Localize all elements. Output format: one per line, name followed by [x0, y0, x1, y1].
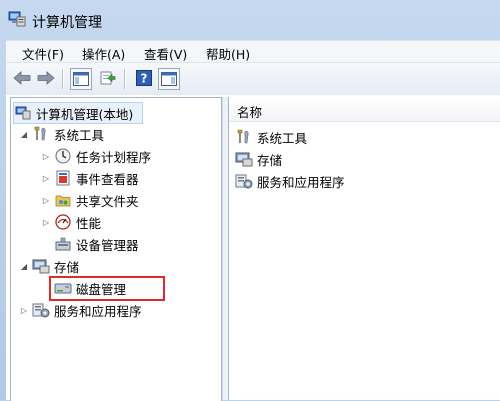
tree-node-label: 任务计划程序	[76, 149, 152, 165]
tree-node-root[interactable]: 计算机管理(本地)	[13, 102, 143, 124]
list-item-label: 系统工具	[257, 130, 308, 146]
system-tools-icon	[235, 128, 253, 146]
results-list: 名称 系统工具 存储 服务和应用程序	[228, 97, 500, 400]
tree-node-label: 存储	[54, 259, 80, 275]
list-item-services-applications[interactable]: 服务和应用程序	[235, 171, 345, 191]
console-tree: 计算机管理(本地) ◢ 系统工具 ▷ 任务计划程序 ▷ 事件查看器 ▷ 共享文件…	[10, 97, 222, 401]
device-manager-icon	[54, 235, 72, 253]
export-list-button[interactable]	[98, 68, 118, 88]
console-tree-icon	[73, 72, 89, 86]
collapsed-arrow-icon[interactable]: ▷	[41, 173, 51, 183]
window-title: 计算机管理	[32, 15, 102, 31]
svg-text:?: ?	[141, 72, 148, 86]
tree-node-label: 性能	[76, 215, 102, 231]
computer-management-icon	[14, 104, 32, 122]
tree-node-performance[interactable]: ▷ 性能	[41, 212, 101, 232]
menu-file[interactable]: 文件(F)	[18, 44, 68, 63]
tree-node-event-viewer[interactable]: ▷ 事件查看器	[41, 168, 139, 188]
list-item-label: 服务和应用程序	[257, 174, 345, 190]
toolbar: ?	[6, 62, 500, 96]
highlight-annotation	[49, 276, 165, 301]
services-applications-icon	[235, 172, 253, 190]
storage-icon	[235, 150, 253, 168]
storage-icon	[32, 257, 50, 275]
show-hide-action-pane-button[interactable]	[158, 68, 180, 90]
export-icon	[100, 71, 116, 85]
computer-management-icon	[8, 11, 26, 27]
clock-icon	[54, 147, 72, 165]
help-icon: ?	[136, 70, 152, 86]
expanded-arrow-icon[interactable]: ◢	[19, 129, 29, 139]
shared-folder-icon	[54, 191, 72, 209]
menu-help[interactable]: 帮助(H)	[202, 44, 254, 63]
computer-management-window: 计算机管理 文件(F) 操作(A) 查看(V) 帮助(H) ? 计算机管理(本地…	[0, 0, 500, 401]
tree-node-label: 事件查看器	[76, 171, 139, 187]
tree-node-device-manager[interactable]: 设备管理器	[54, 234, 139, 254]
expanded-arrow-icon[interactable]: ◢	[19, 261, 29, 271]
action-pane-icon	[161, 72, 177, 86]
title-bar[interactable]: 计算机管理	[0, 0, 500, 40]
collapsed-arrow-icon[interactable]: ▷	[41, 195, 51, 205]
collapsed-arrow-icon[interactable]: ▷	[19, 305, 29, 315]
tree-node-services-applications[interactable]: ▷ 服务和应用程序	[19, 300, 142, 320]
column-header-name[interactable]: 名称	[229, 97, 500, 122]
help-button[interactable]: ?	[134, 68, 154, 88]
menu-bar: 文件(F) 操作(A) 查看(V) 帮助(H)	[6, 40, 500, 63]
system-tools-icon	[32, 125, 50, 143]
list-item-label: 存储	[257, 152, 283, 168]
arrow-left-icon	[13, 71, 31, 85]
menu-action[interactable]: 操作(A)	[78, 44, 129, 63]
event-viewer-icon	[54, 169, 72, 187]
services-applications-icon	[32, 301, 50, 319]
show-hide-console-tree-button[interactable]	[70, 68, 92, 90]
toolbar-separator	[124, 69, 125, 89]
toolbar-separator	[62, 69, 63, 89]
tree-node-shared-folders[interactable]: ▷ 共享文件夹	[41, 190, 139, 210]
column-header-label: 名称	[237, 105, 263, 120]
back-button[interactable]	[12, 68, 32, 88]
content-area: 计算机管理(本地) ◢ 系统工具 ▷ 任务计划程序 ▷ 事件查看器 ▷ 共享文件…	[6, 95, 500, 401]
list-item-system-tools[interactable]: 系统工具	[235, 127, 307, 147]
tree-node-label: 服务和应用程序	[54, 303, 142, 319]
performance-icon	[54, 213, 72, 231]
arrow-right-icon	[37, 71, 55, 85]
menu-view[interactable]: 查看(V)	[140, 44, 191, 63]
tree-node-system-tools[interactable]: ◢ 系统工具	[19, 124, 104, 144]
tree-node-label: 设备管理器	[76, 237, 139, 253]
collapsed-arrow-icon[interactable]: ▷	[41, 151, 51, 161]
list-item-storage[interactable]: 存储	[235, 149, 282, 169]
tree-node-label: 计算机管理(本地)	[36, 106, 134, 122]
collapsed-arrow-icon[interactable]: ▷	[41, 217, 51, 227]
tree-node-label: 系统工具	[54, 127, 105, 143]
forward-button[interactable]	[36, 68, 56, 88]
tree-node-task-scheduler[interactable]: ▷ 任务计划程序	[41, 146, 151, 166]
tree-node-storage[interactable]: ◢ 存储	[19, 256, 79, 276]
tree-node-label: 共享文件夹	[76, 193, 139, 209]
